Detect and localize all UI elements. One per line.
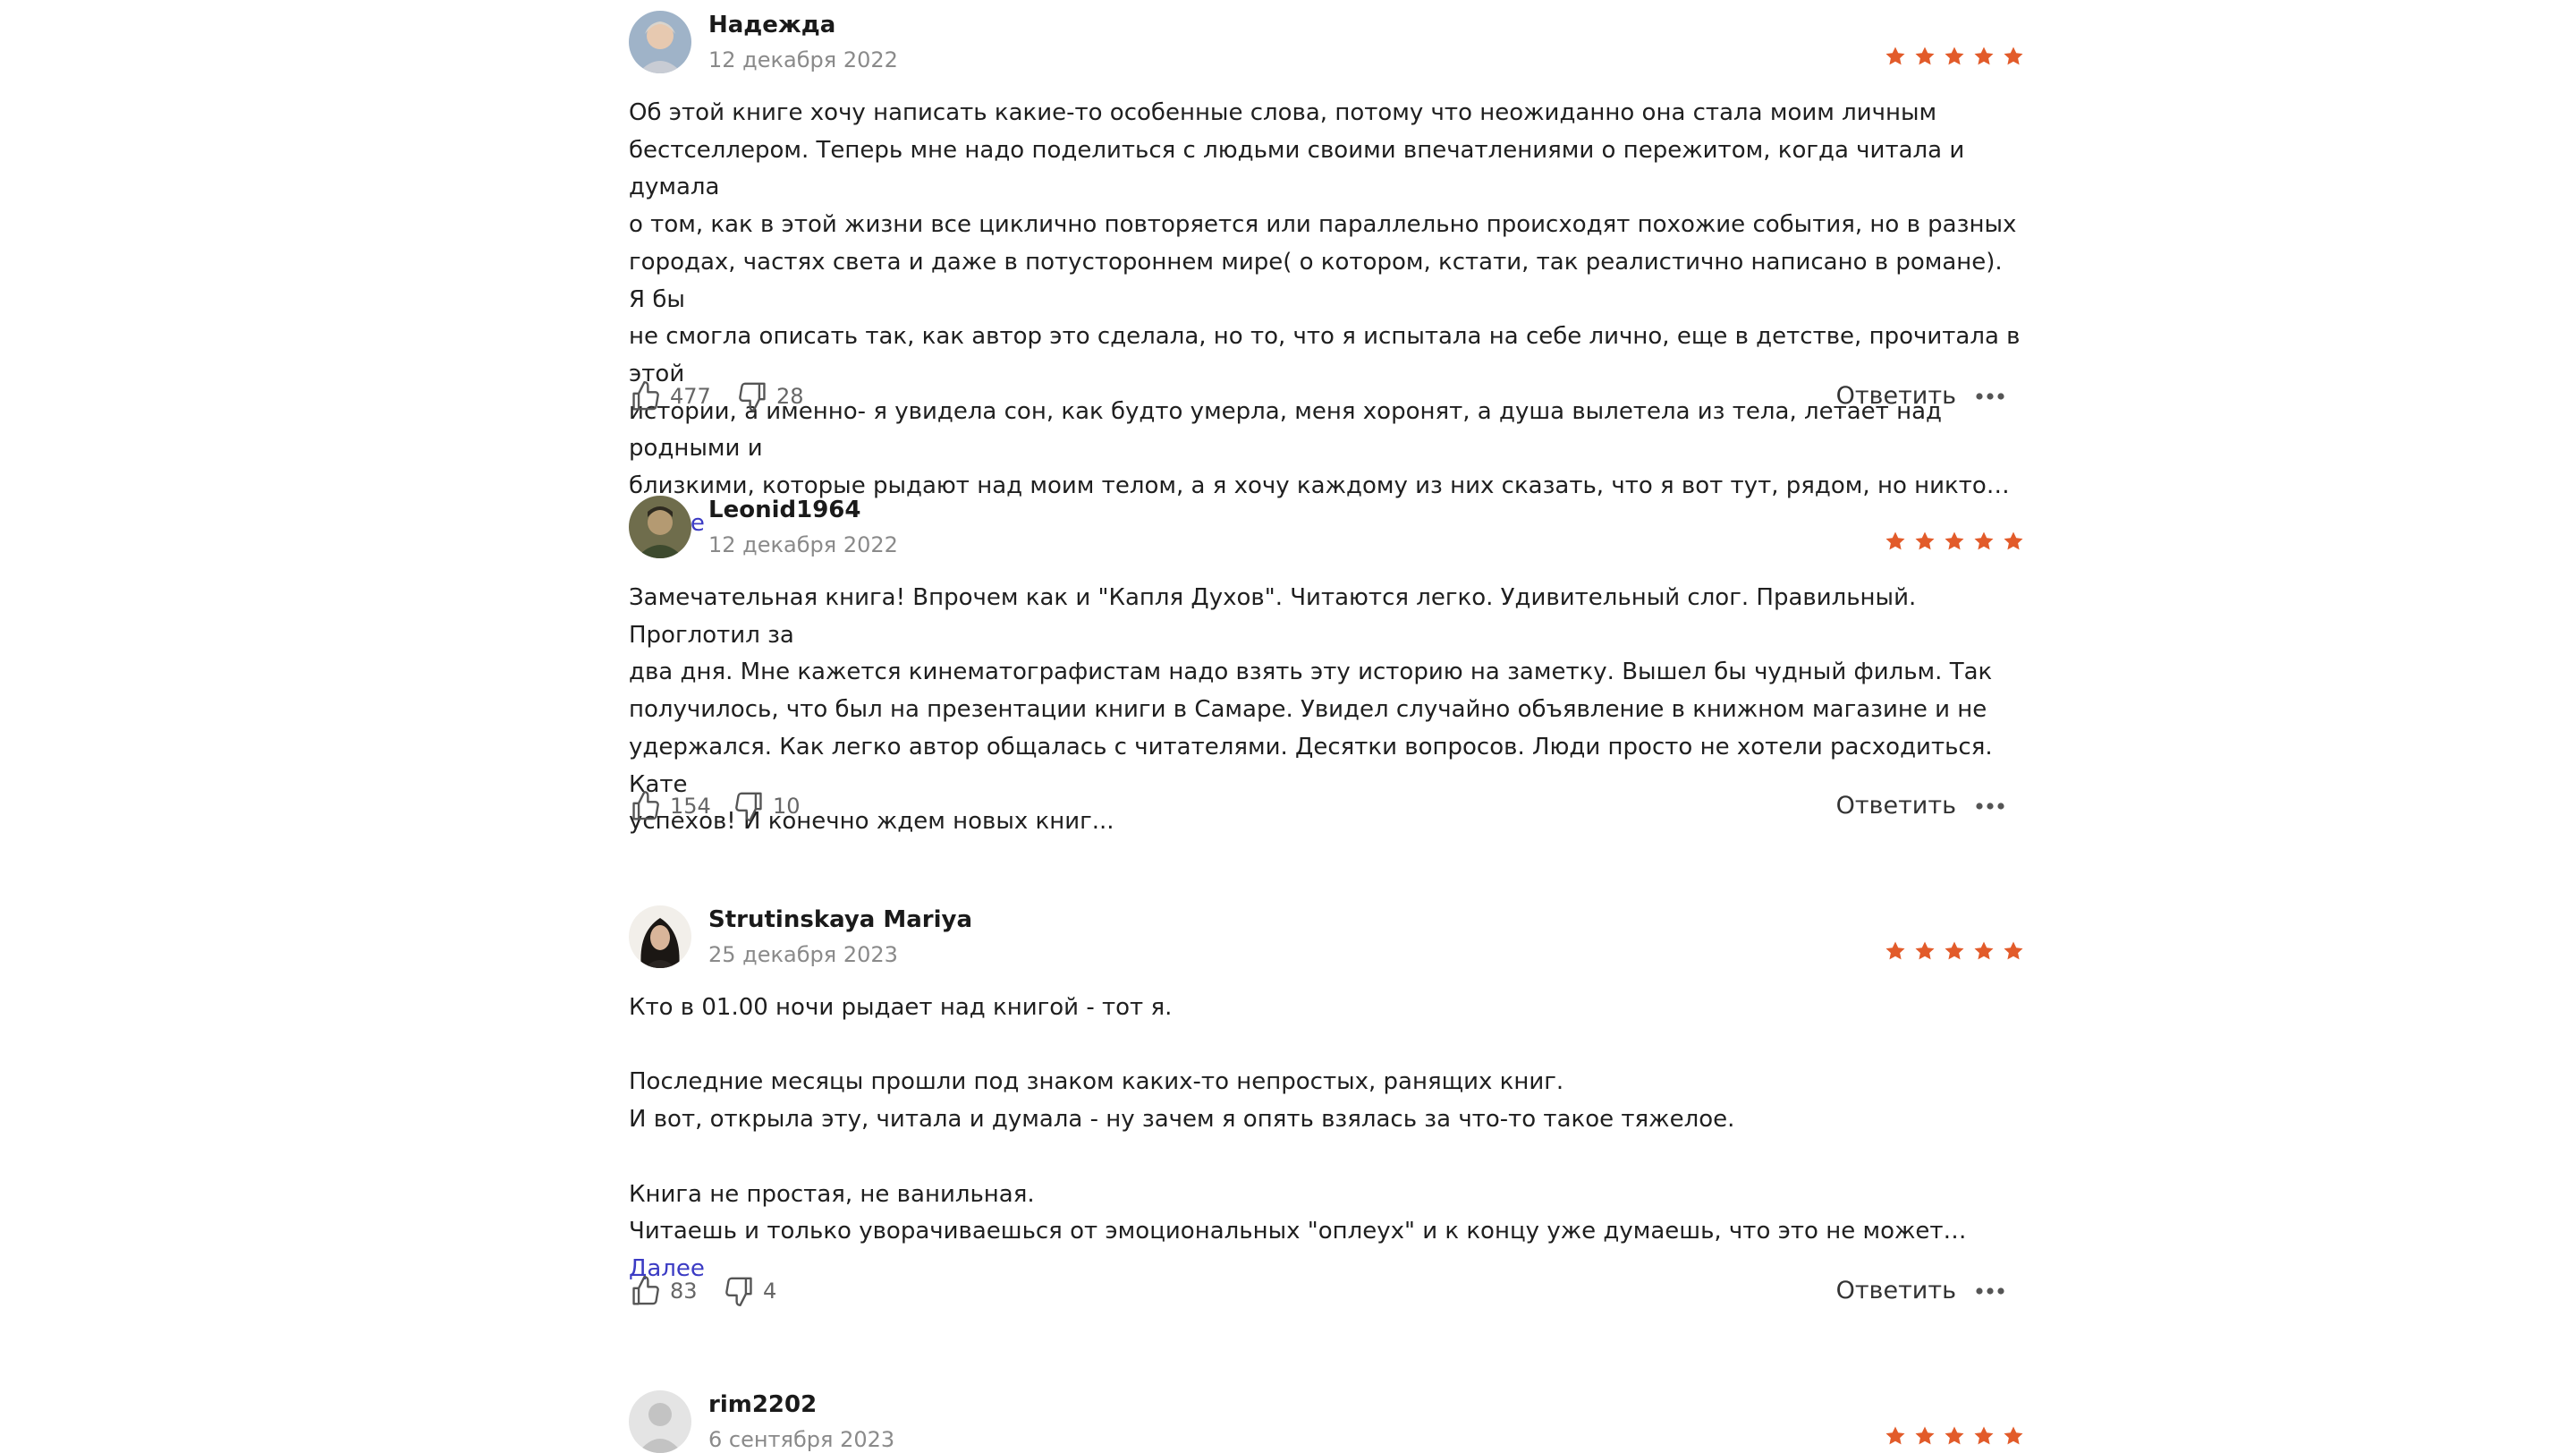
star-icon	[1945, 47, 1964, 65]
avatar[interactable]	[629, 11, 691, 73]
review-date: 12 декабря 2022	[708, 47, 898, 72]
more-options-button[interactable]	[1972, 1271, 2008, 1311]
avatar-photo-icon	[629, 496, 691, 558]
author-name[interactable]: rim2202	[708, 1390, 817, 1419]
reply-button[interactable]: Ответить	[1836, 786, 1956, 826]
avatar-photo-icon	[629, 905, 691, 968]
star-icon	[2004, 47, 2023, 65]
dislike-button[interactable]: 28	[735, 377, 804, 416]
star-icon	[2004, 531, 2023, 550]
review-body: Об этой книге хочу написать какие-то осо…	[629, 99, 2021, 500]
star-icon	[1974, 941, 1994, 960]
author-name[interactable]: Надежда	[708, 11, 835, 39]
star-icon	[1915, 941, 1935, 960]
like-count: 83	[670, 1279, 698, 1304]
star-icon	[1915, 1426, 1935, 1445]
reply-button[interactable]: Ответить	[1836, 377, 1956, 416]
thumbs-up-icon	[632, 790, 659, 820]
star-icon	[1974, 531, 1994, 550]
dislike-count: 28	[776, 384, 804, 409]
star-icon	[2004, 941, 2023, 960]
star-icon	[1974, 47, 1994, 65]
dislike-button[interactable]: 4	[722, 1271, 776, 1311]
reply-button[interactable]: Ответить	[1836, 1271, 1956, 1311]
dislike-count: 10	[773, 794, 801, 819]
more-dots-icon	[1976, 1287, 2004, 1295]
dislike-button[interactable]: 10	[732, 786, 801, 826]
dislike-count: 4	[763, 1279, 777, 1304]
avatar-photo-icon	[629, 11, 691, 73]
author-name[interactable]: Leonid1964	[708, 496, 860, 524]
like-button[interactable]: 477	[629, 377, 711, 416]
review-date: 12 декабря 2022	[708, 532, 898, 557]
review-text: Кто в 01.00 ночи рыдает над книгой - тот…	[629, 990, 2024, 1288]
star-icon	[1945, 531, 1964, 550]
review-text: Об этой книге хочу написать какие-то осо…	[629, 95, 2024, 542]
star-icon	[1915, 47, 1935, 65]
review-actions: 477 28 Ответить	[629, 377, 2024, 416]
thumbs-down-icon	[739, 382, 766, 412]
thumbs-up-icon	[632, 1275, 659, 1305]
review-actions: 83 4 Ответить	[629, 1271, 2024, 1311]
avatar[interactable]	[629, 496, 691, 558]
like-button[interactable]: 83	[629, 1271, 698, 1311]
avatar-placeholder-icon	[629, 1390, 691, 1453]
like-count: 477	[670, 384, 711, 409]
review-date: 25 декабря 2023	[708, 942, 898, 967]
more-dots-icon	[1976, 803, 2004, 810]
more-dots-icon	[1976, 393, 2004, 400]
star-icon	[1945, 941, 1964, 960]
star-icon	[1915, 531, 1935, 550]
thumbs-up-icon	[632, 380, 659, 411]
star-icon	[1885, 47, 1905, 65]
author-name[interactable]: Strutinskaya Mariya	[708, 905, 972, 934]
thumbs-down-icon	[725, 1277, 752, 1307]
star-icon	[1885, 531, 1905, 550]
more-options-button[interactable]	[1972, 786, 2008, 826]
more-options-button[interactable]	[1972, 377, 2008, 416]
review-actions: 154 10 Ответить	[629, 786, 2024, 826]
avatar[interactable]	[629, 1390, 691, 1453]
review-body: Кто в 01.00 ночи рыдает над книгой - тот…	[629, 994, 1967, 1245]
star-icon	[1885, 941, 1905, 960]
thumbs-down-icon	[735, 792, 762, 822]
star-rating	[1885, 531, 2024, 552]
star-icon	[2004, 1426, 2023, 1445]
like-count: 154	[670, 794, 711, 819]
star-icon	[1974, 1426, 1994, 1445]
like-button[interactable]: 154	[629, 786, 711, 826]
star-rating	[1885, 940, 2024, 962]
star-rating	[1885, 1425, 2024, 1447]
star-icon	[1945, 1426, 1964, 1445]
avatar[interactable]	[629, 905, 691, 968]
star-rating	[1885, 46, 2024, 67]
star-icon	[1885, 1426, 1905, 1445]
